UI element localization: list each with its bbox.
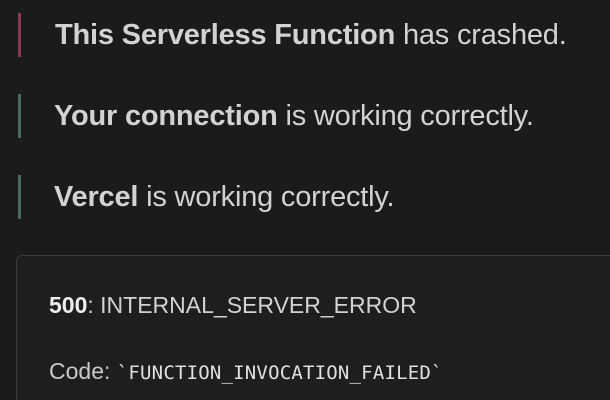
status-bar-crashed xyxy=(18,13,21,57)
function-status-bold: This Serverless Function xyxy=(55,18,396,51)
connection-status-bold: Your connection xyxy=(54,99,278,132)
error-page: This Serverless Function has crashed. Yo… xyxy=(0,0,610,400)
vercel-status-rest: is working correctly. xyxy=(138,180,395,213)
error-code-label: Code: xyxy=(49,358,117,384)
error-details-box: 500: INTERNAL_SERVER_ERROR Code: `FUNCTI… xyxy=(16,255,610,400)
connection-status-text: Your connection is working correctly. xyxy=(54,100,534,133)
vercel-status-line: Vercel is working correctly. xyxy=(18,175,608,219)
function-status-line: This Serverless Function has crashed. xyxy=(18,13,608,57)
error-status-code: 500 xyxy=(49,292,88,318)
error-status-text: : INTERNAL_SERVER_ERROR xyxy=(87,292,417,318)
error-title: 500: INTERNAL_SERVER_ERROR xyxy=(49,292,417,319)
function-status-text: This Serverless Function has crashed. xyxy=(55,19,567,52)
status-bar-ok xyxy=(18,94,21,138)
function-status-rest: has crashed. xyxy=(395,18,567,51)
connection-status-rest: is working correctly. xyxy=(277,99,534,132)
connection-status-line: Your connection is working correctly. xyxy=(18,94,608,138)
vercel-status-bold: Vercel xyxy=(54,180,139,213)
status-bar-ok xyxy=(18,175,21,219)
vercel-status-text: Vercel is working correctly. xyxy=(54,180,395,214)
error-code-value[interactable]: `FUNCTION_INVOCATION_FAILED` xyxy=(117,362,443,384)
error-code-line: Code: `FUNCTION_INVOCATION_FAILED` xyxy=(49,358,443,385)
